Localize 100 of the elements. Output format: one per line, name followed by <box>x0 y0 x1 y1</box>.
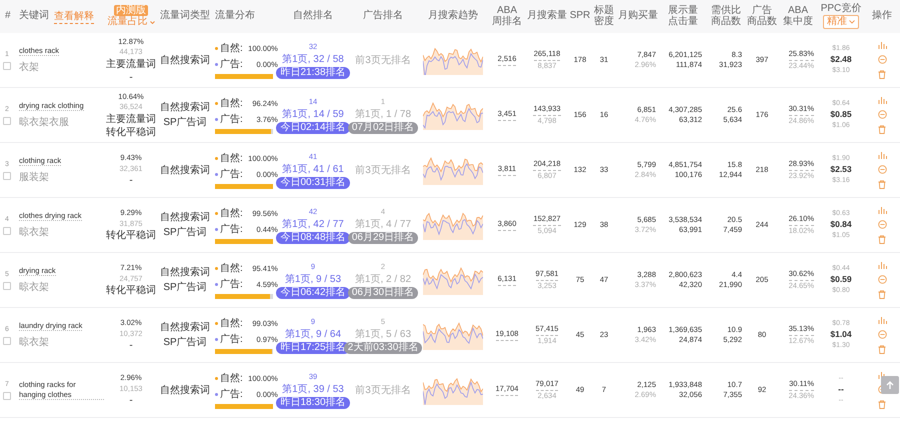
legend-dot-icon <box>215 62 218 66</box>
rank-position: 第1页, 14 / 59 <box>282 108 344 120</box>
rank-position: 第1页, 9 / 64 <box>284 328 342 340</box>
column-header: ABA <box>496 6 517 16</box>
keyword-tag: - <box>129 174 133 187</box>
minus-circle-icon[interactable] <box>878 220 886 229</box>
bid-suggested: $2.53 <box>830 164 852 176</box>
column-header: 月购买量 <box>618 11 658 22</box>
bar-chart-icon[interactable] <box>878 41 886 49</box>
legend-dot-icon <box>215 228 218 230</box>
distribution-label: 自然: <box>220 317 243 330</box>
rank-position: 第1页, 41 / 61 <box>282 162 344 176</box>
rank-position: 第1页, 42 / 77 <box>282 218 344 230</box>
trash-icon[interactable] <box>878 125 886 134</box>
legend-dot-icon <box>215 392 218 396</box>
checkbox[interactable] <box>3 392 11 400</box>
trend-sparkline <box>423 320 483 350</box>
no-rank-text: 前3页无排名 <box>355 54 411 67</box>
checkbox[interactable] <box>3 226 11 234</box>
distribution-label: 广告: <box>220 332 243 346</box>
column-header: 需供比 <box>711 6 741 16</box>
keyword-translation: 晾衣架衣服 <box>19 116 69 130</box>
bar-chart-icon[interactable] <box>878 371 886 379</box>
column-header: 流量占比 <box>108 17 148 28</box>
bid-suggested: $1.04 <box>830 329 852 341</box>
rank-time-badge: 06月30日排名 <box>348 286 418 298</box>
rank-time-badge: 今日02:14排名 <box>276 122 350 134</box>
rank-time-badge: 昨日21:38排名 <box>276 66 350 78</box>
legend-dot-icon <box>215 46 218 50</box>
bid-suggested: $0.59 <box>830 274 852 286</box>
checkbox[interactable] <box>3 62 11 70</box>
rank-time-badge: 今日06:42排名 <box>276 286 350 298</box>
distribution-label: 自然: <box>220 152 243 165</box>
column-header: 点击量 <box>668 16 698 27</box>
legend-dot-icon <box>215 212 218 214</box>
checkbox[interactable] <box>3 282 11 290</box>
legend-dot-icon <box>215 282 218 286</box>
trash-icon[interactable] <box>878 345 886 354</box>
checkbox[interactable] <box>3 336 11 344</box>
bar-chart-icon[interactable] <box>878 96 886 104</box>
trend-sparkline <box>423 45 483 75</box>
minus-circle-icon[interactable] <box>878 110 886 119</box>
distribution-label: 自然: <box>220 97 243 110</box>
legend-dot-icon <box>215 338 218 340</box>
trash-icon[interactable] <box>878 400 886 409</box>
distribution-label: 广告: <box>220 168 243 181</box>
trend-sparkline <box>423 155 483 185</box>
distribution-label: 广告: <box>220 112 243 126</box>
bid-suggested: $0.84 <box>830 219 852 231</box>
keyword-tag: 主要流量词 <box>106 112 156 126</box>
minus-circle-icon[interactable] <box>878 275 886 284</box>
bar-chart-icon[interactable] <box>878 151 886 159</box>
bid-suggested: $2.48 <box>830 54 852 66</box>
scroll-top-button[interactable] <box>881 376 899 394</box>
legend-dot-icon <box>215 322 218 324</box>
rank-time-badge: 07月02日排名 <box>348 122 418 134</box>
keyword-type: SP广告词 <box>163 116 207 129</box>
trend-sparkline <box>423 210 483 240</box>
legend-dot-icon <box>215 118 218 120</box>
distribution-label: 广告: <box>220 222 243 236</box>
keyword-type: 自然搜索词 <box>160 321 210 334</box>
minus-circle-icon[interactable] <box>878 165 886 174</box>
column-header: 标题 <box>594 6 614 16</box>
bar-chart-icon[interactable] <box>878 316 886 324</box>
bar-chart-icon[interactable] <box>878 206 886 214</box>
distribution-label: 广告: <box>220 58 243 71</box>
column-header: 集中度 <box>783 16 813 27</box>
column-header: 商品数 <box>747 16 777 27</box>
column-header: 操作 <box>872 11 892 22</box>
rank-position: 第1页, 1 / 78 <box>354 108 412 120</box>
rank-position: 第1页, 2 / 82 <box>354 272 412 286</box>
keyword-translation: 衣架 <box>19 60 39 74</box>
keyword-tag: - <box>129 339 133 352</box>
keyword-tag: 转化平稳词 <box>106 284 156 297</box>
trend-sparkline <box>423 100 483 130</box>
trash-icon[interactable] <box>878 180 886 189</box>
no-rank-text: 前3页无排名 <box>355 384 411 397</box>
keyword-type: SP广告词 <box>163 336 207 349</box>
trash-icon[interactable] <box>878 290 886 299</box>
keyword-translation: 晾衣架 <box>19 336 49 350</box>
trash-icon[interactable] <box>878 70 886 79</box>
legend-dot-icon <box>215 172 218 176</box>
no-rank-text: 前3页无排名 <box>355 164 411 177</box>
bar-chart-icon[interactable] <box>878 261 886 269</box>
minus-circle-icon[interactable] <box>878 330 886 339</box>
rank-position: 第1页, 9 / 53 <box>284 272 342 286</box>
arrow-up-icon <box>886 380 894 390</box>
rank-position: 第1页, 4 / 77 <box>354 218 412 230</box>
checkbox[interactable] <box>3 116 11 124</box>
trash-icon[interactable] <box>878 235 886 244</box>
rank-time-badge: 今日00:31排名 <box>276 176 350 188</box>
keyword-translation: 服装架 <box>19 170 49 184</box>
checkbox[interactable] <box>3 172 11 180</box>
minus-circle-icon[interactable] <box>878 55 886 64</box>
legend-dot-icon <box>215 156 218 160</box>
column-header: PPC竞价 <box>820 4 862 14</box>
column-header: 广告排名 <box>363 11 403 22</box>
trend-sparkline <box>423 265 483 295</box>
column-header: 关键词 <box>19 11 49 22</box>
column-header: 自然排名 <box>293 11 333 22</box>
